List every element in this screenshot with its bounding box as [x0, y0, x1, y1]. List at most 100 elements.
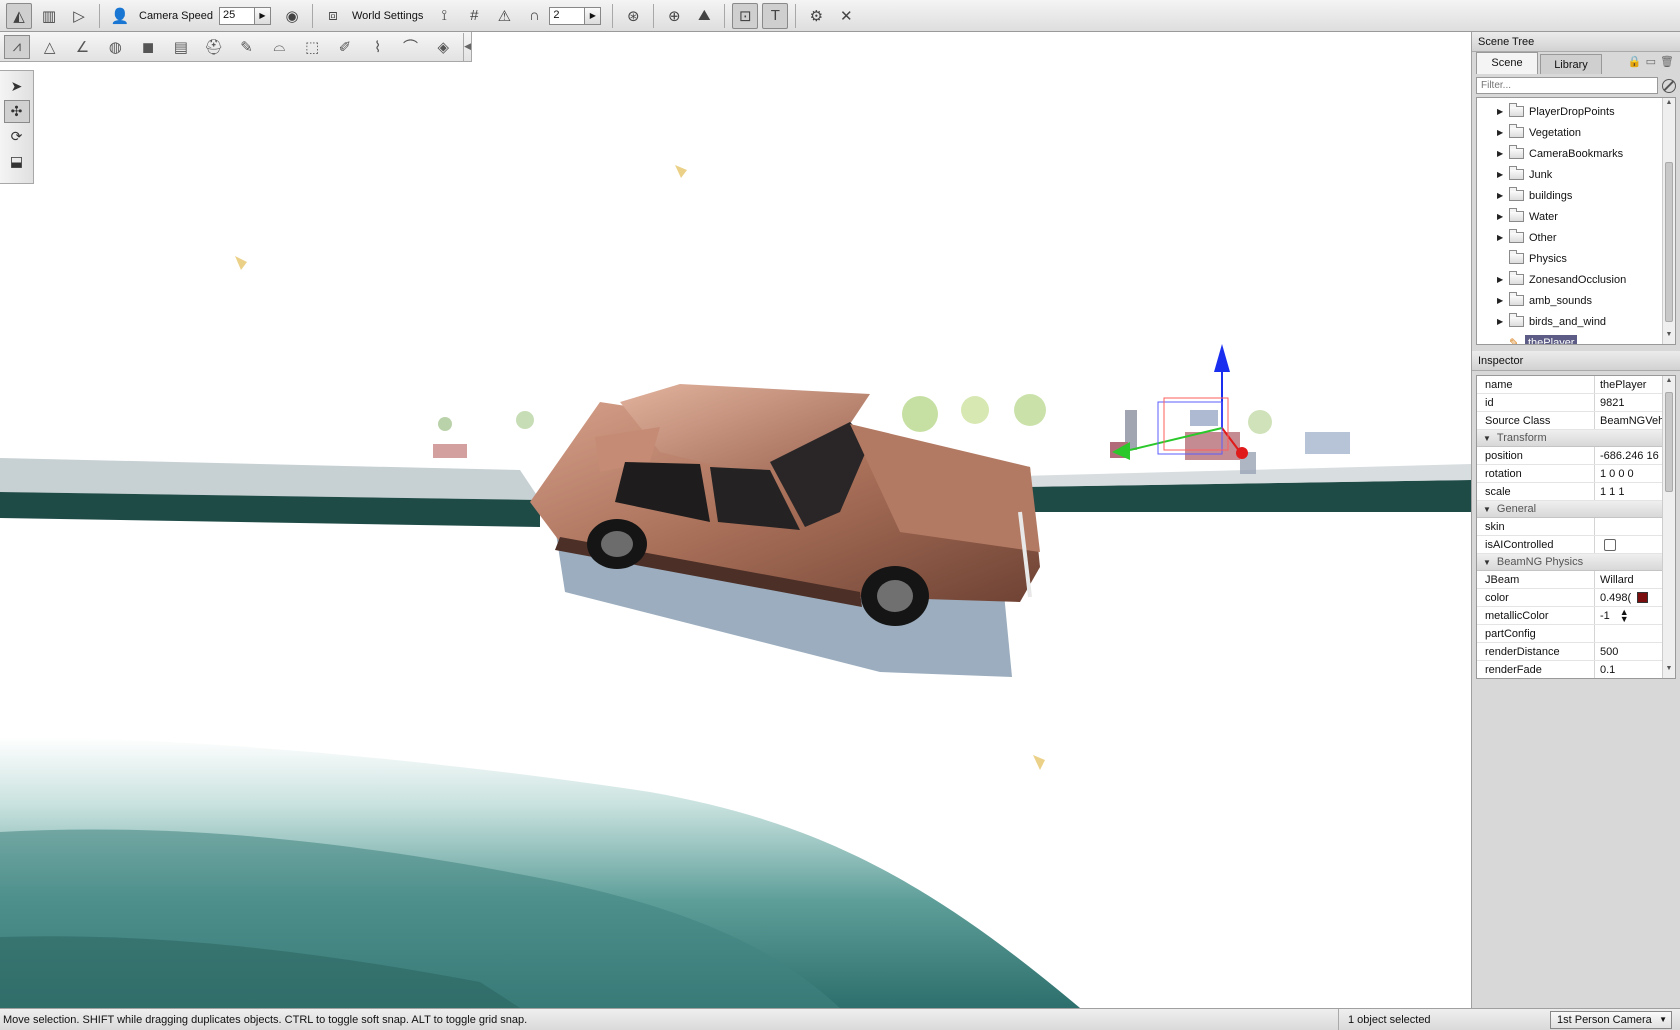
tree-item-junk[interactable]: ▶ Junk — [1477, 164, 1675, 185]
expand-arrow-icon[interactable]: ▶ — [1497, 128, 1509, 137]
road-editor-icon[interactable]: ⌇ — [365, 35, 391, 59]
scroll-thumb[interactable] — [1665, 162, 1673, 322]
inspector-row-name[interactable]: name thePlayer — [1477, 376, 1675, 394]
terrain-painter-icon[interactable]: ∠ — [70, 35, 96, 59]
inspector-row-metalliccolor[interactable]: metallicColor -1 ▲ ▼ — [1477, 607, 1675, 625]
expand-arrow-icon[interactable]: ▶ — [1497, 107, 1509, 116]
tree-item-playerdroppoints[interactable]: ▶ PlayerDropPoints — [1477, 101, 1675, 122]
camera-speed-input[interactable]: 25 — [219, 6, 255, 25]
world-editor-icon[interactable]: ◭ — [6, 2, 32, 29]
scroll-up-icon[interactable]: ▲ — [1663, 99, 1675, 111]
datablock-editor-icon[interactable]: ▤ — [168, 35, 194, 59]
inspector-row-skin[interactable]: skin — [1477, 518, 1675, 536]
tree-item-vegetation[interactable]: ▶ Vegetation — [1477, 122, 1675, 143]
terrain-editor-icon[interactable]: △ — [37, 35, 63, 59]
inspector-row-source-class[interactable]: Source Class BeamNGVeh — [1477, 412, 1675, 430]
rotate-tool-icon[interactable]: ⟳ — [4, 125, 30, 148]
world-settings-button[interactable]: World Settings — [352, 10, 423, 22]
inspector-row-partconfig[interactable]: partConfig — [1477, 625, 1675, 643]
navigation-editor-icon[interactable]: ⌒ — [398, 35, 424, 59]
tree-item-physics[interactable]: Physics — [1477, 248, 1675, 269]
isaicontrolled-checkbox[interactable] — [1604, 538, 1616, 551]
selection-center-icon[interactable]: ⊡ — [732, 2, 759, 29]
color-swatch[interactable] — [1637, 592, 1649, 603]
grid-snap-icon[interactable]: # — [461, 3, 487, 29]
magnet-icon[interactable]: ∩ — [521, 3, 547, 29]
play-game-icon[interactable]: ▷ — [66, 3, 92, 29]
group-beamng-physics[interactable]: ▼ BeamNG Physics — [1477, 554, 1675, 571]
inspector-scrollbar[interactable]: ▲ ▼ — [1662, 376, 1675, 678]
expand-arrow-icon[interactable]: ▶ — [1497, 317, 1509, 326]
scroll-down-icon[interactable]: ▼ — [1663, 665, 1675, 677]
decal-editor-icon[interactable]: ⛑ — [201, 35, 227, 59]
tree-item-other[interactable]: ▶ Other — [1477, 227, 1675, 248]
snap-value-arrow-icon[interactable]: ▶ — [585, 6, 602, 25]
lock-icon[interactable]: 🔒 — [1628, 55, 1642, 68]
inspector-row-scale[interactable]: scale 1 1 1 — [1477, 483, 1675, 501]
collapse-arrow-icon[interactable]: ▼ — [1483, 558, 1491, 567]
inspector-row-position[interactable]: position -686.246 16 — [1477, 447, 1675, 465]
select-arrow-icon[interactable]: ➤ — [4, 75, 30, 98]
spinner-arrows-icon[interactable]: ▲ ▼ — [1620, 609, 1629, 623]
inspector-row-jbeam[interactable]: JBeam Willard — [1477, 571, 1675, 589]
scroll-up-icon[interactable]: ▲ — [1663, 377, 1675, 389]
snap-value-input[interactable]: 2 — [549, 6, 586, 25]
camera-user-icon[interactable]: 👤 — [107, 3, 133, 29]
material-editor-icon[interactable]: ◍ — [102, 35, 128, 59]
text-label-icon[interactable]: T — [762, 2, 789, 29]
gui-editor-icon[interactable]: ▥ — [36, 3, 62, 29]
snap-bounds-icon[interactable]: ⚠ — [491, 3, 517, 29]
sketch-tool-icon[interactable]: ◼ — [135, 35, 161, 59]
drop-object-icon[interactable]: ⊛ — [620, 3, 646, 29]
forest-editor-icon[interactable]: ✎ — [234, 35, 260, 59]
inspector-row-renderfade[interactable]: renderFade 0.1 — [1477, 661, 1675, 678]
palette-collapse-icon[interactable]: ◀ — [463, 32, 471, 61]
tree-item-buildings[interactable]: ▶ buildings — [1477, 185, 1675, 206]
mesh-road-editor-icon[interactable]: ⌓ — [266, 35, 292, 59]
filter-input[interactable] — [1476, 77, 1658, 94]
tree-item-camerabookmarks[interactable]: ▶ CameraBookmarks — [1477, 143, 1675, 164]
camera-mode-select[interactable]: 1st Person Camera ▼ — [1550, 1010, 1672, 1029]
tree-item-birds-and-wind[interactable]: ▶ birds_and_wind — [1477, 311, 1675, 332]
inspector-row-color[interactable]: color 0.498( — [1477, 589, 1675, 607]
expand-arrow-icon[interactable]: ▶ — [1497, 233, 1509, 242]
delete-icon[interactable]: 🗑 — [1660, 55, 1674, 68]
tree-item-amb-sounds[interactable]: ▶ amb_sounds — [1477, 290, 1675, 311]
collapse-arrow-icon[interactable]: ▼ — [1483, 434, 1491, 443]
prefab-icon[interactable]: ⚙ — [803, 3, 829, 29]
river-editor-icon[interactable]: ✐ — [332, 35, 358, 59]
3d-viewport[interactable]: ⩘ △ ∠ ◍ ◼ ▤ ⛑ ✎ ⌓ ⬚ ✐ ⌇ ⌒ ◈ ◀ ➤ ✣ ⟳ ⬓ — [0, 32, 1471, 1008]
expand-arrow-icon[interactable]: ▶ — [1497, 191, 1509, 200]
expand-arrow-icon[interactable]: ▶ — [1497, 170, 1509, 179]
scroll-down-icon[interactable]: ▼ — [1663, 331, 1675, 343]
inspector-row-id[interactable]: id 9821 — [1477, 394, 1675, 412]
object-center-icon[interactable]: ⊕ — [661, 3, 687, 29]
fit-view-icon[interactable]: ⧈ — [320, 3, 346, 29]
inspector-row-isaicontrolled[interactable]: isAIControlled — [1477, 536, 1675, 554]
move-tool-icon[interactable]: ✣ — [3, 100, 30, 123]
tree-scrollbar[interactable]: ▲ ▼ — [1662, 98, 1675, 344]
particle-editor-icon[interactable]: ◈ — [430, 35, 456, 59]
scale-tool-icon[interactable]: ⬓ — [4, 150, 30, 173]
tree-item-theplayer[interactable]: ✎ thePlayer — [1477, 332, 1675, 344]
snap-terrain-icon[interactable]: ⟟ — [431, 3, 457, 29]
group-transform[interactable]: ▼ Transform — [1477, 430, 1675, 447]
tab-library[interactable]: Library — [1540, 54, 1602, 74]
expand-arrow-icon[interactable]: ▶ — [1497, 296, 1509, 305]
clear-filter-icon[interactable] — [1662, 78, 1676, 93]
inspector-row-renderdistance[interactable]: renderDistance 500 — [1477, 643, 1675, 661]
expand-arrow-icon[interactable]: ▶ — [1497, 149, 1509, 158]
collapse-arrow-icon[interactable]: ▼ — [1483, 505, 1491, 514]
scroll-thumb[interactable] — [1665, 392, 1673, 492]
tree-item-water[interactable]: ▶ Water — [1477, 206, 1675, 227]
group-general[interactable]: ▼ General — [1477, 501, 1675, 518]
tree-item-zonesandocclusion[interactable]: ▶ ZonesandOcclusion — [1477, 269, 1675, 290]
expand-arrow-icon[interactable]: ▶ — [1497, 275, 1509, 284]
visibility-eye-icon[interactable]: ◉ — [279, 3, 305, 29]
tab-scene[interactable]: Scene — [1476, 52, 1538, 74]
object-editor-icon[interactable]: ⩘ — [4, 34, 30, 59]
expand-arrow-icon[interactable]: ▶ — [1497, 212, 1509, 221]
inspector-row-rotation[interactable]: rotation 1 0 0 0 — [1477, 465, 1675, 483]
new-folder-icon[interactable]: ▭ — [1646, 55, 1656, 68]
convex-editor-icon[interactable]: ⬚ — [299, 35, 325, 59]
